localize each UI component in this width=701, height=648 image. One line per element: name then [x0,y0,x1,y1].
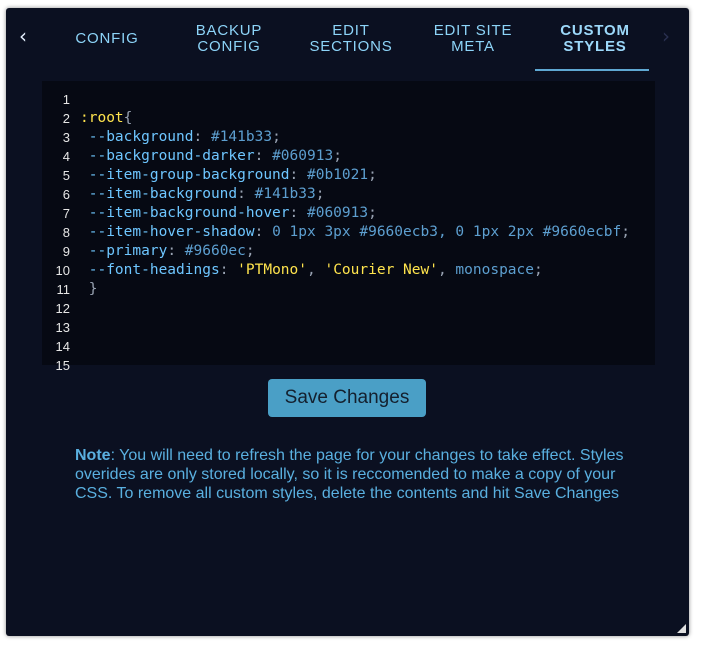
line-number: 11 [56,282,71,297]
css-property: --primary [80,243,168,259]
line-number: 9 [62,244,70,259]
css-value: #9660ec [176,243,246,259]
line-number: 7 [62,206,70,221]
line-number: 13 [55,320,70,335]
css-brace: { [123,110,133,126]
tab-custom-styles[interactable]: CUSTOM STYLES [538,8,652,70]
line-number: 8 [62,225,70,240]
line-number: 12 [55,301,70,316]
code-line: --item-background: #141b33; [80,186,325,202]
css-value: #060913 [263,148,334,164]
css-string: 'Courier New' [315,262,438,278]
tab-edit-site-meta[interactable]: EDIT SITE META [420,8,526,70]
tab-config[interactable]: CONFIG [54,8,160,70]
code-line: --background: #141b33; [80,129,281,145]
css-value: #141b33 [245,186,316,202]
css-value: #141b33 [202,129,273,145]
resize-handle-icon[interactable] [677,624,686,633]
note-body: : You will need to refresh the page for … [75,447,624,502]
line-number: 14 [55,339,70,354]
line-number: 10 [55,263,70,278]
save-changes-button[interactable]: Save Changes [268,379,426,417]
line-number-gutter: 1 2 3 4 5 6 7 8 9 10 11 12 13 14 15 [42,90,70,375]
css-brace: } [80,281,98,297]
code-content[interactable]: :root{ --background: #141b33; --backgrou… [80,90,630,299]
custom-styles-modal: ‹ CONFIG BACKUP CONFIG EDIT SECTIONS EDI… [6,8,689,636]
css-property: --item-group-background [80,167,290,183]
code-line: --primary: #9660ec; [80,243,255,259]
code-line: :root{ [80,109,630,128]
line-number: 4 [62,149,70,164]
line-number: 1 [62,92,70,107]
css-selector: :root [80,110,124,126]
css-string: 'PTMono' [228,262,307,278]
code-line: } [80,280,630,299]
line-number: 6 [62,187,70,202]
css-value: 0 1px 3px #9660ecb3, 0 1px 2px #9660ecbf [263,224,622,240]
css-property: --font-headings [80,262,220,278]
line-number: 15 [55,358,70,373]
code-line: --font-headings: 'PTMono', 'Courier New'… [80,262,543,278]
css-property: --item-background [80,186,238,202]
active-tab-indicator [535,69,649,71]
css-property: --item-background-hover [80,205,290,221]
css-property: --background-darker [80,148,255,164]
line-number: 5 [62,168,70,183]
css-code-editor[interactable]: 1 2 3 4 5 6 7 8 9 10 11 12 13 14 15 :roo… [42,81,655,373]
css-value: monospace [446,262,534,278]
code-line: --item-background-hover: #060913; [80,205,377,221]
css-property: --item-hover-shadow [80,224,255,240]
chevron-right-icon[interactable]: › [662,26,670,46]
code-line: --background-darker: #060913; [80,148,342,164]
css-value: #0b1021 [298,167,369,183]
note-title: Note [75,447,111,464]
tab-bar: ‹ CONFIG BACKUP CONFIG EDIT SECTIONS EDI… [6,8,689,72]
chevron-left-icon[interactable]: ‹ [19,26,27,46]
css-property: --background [80,129,194,145]
line-number: 2 [62,111,70,126]
line-number: 3 [62,130,70,145]
code-line: --item-group-background: #0b1021; [80,167,377,183]
tab-backup-config[interactable]: BACKUP CONFIG [176,8,282,70]
tab-edit-sections[interactable]: EDIT SECTIONS [298,8,404,70]
css-value: #060913 [298,205,369,221]
note-text: Note: You will need to refresh the page … [75,446,635,503]
code-line: --item-hover-shadow: 0 1px 3px #9660ecb3… [80,224,630,240]
